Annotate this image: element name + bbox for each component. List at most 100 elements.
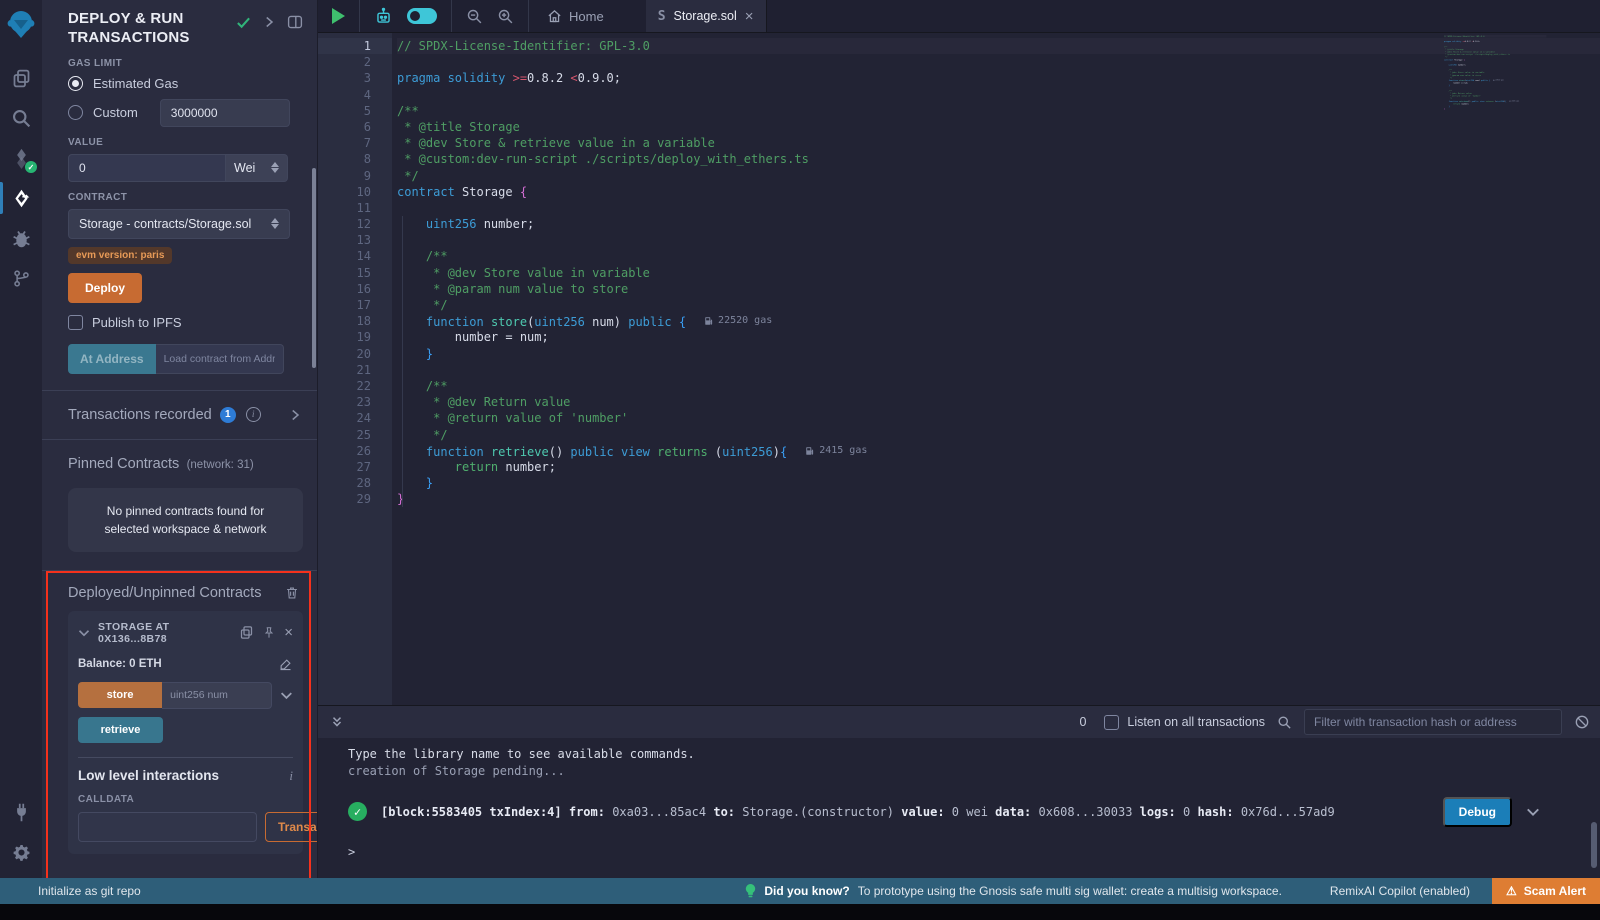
estimated-gas-option[interactable]: Estimated Gas (68, 76, 303, 91)
sidebar-item-deploy-run[interactable] (0, 178, 42, 218)
retrieve-function-button[interactable]: retrieve (78, 717, 163, 743)
code-token: num) (585, 315, 628, 329)
terminal-output[interactable]: Type the library name to see available c… (318, 738, 1600, 878)
sidebar-item-solidity-compiler[interactable]: ✓ (0, 138, 42, 178)
line-number: 5 (318, 103, 392, 119)
gas-estimate-hint: 22520 gas (704, 313, 772, 329)
edit-icon[interactable] (278, 657, 293, 672)
terminal-prompt[interactable]: > (348, 845, 1600, 859)
info-icon[interactable]: i (246, 407, 261, 422)
clear-console-icon[interactable] (1574, 714, 1590, 730)
ai-copilot-icon[interactable] (374, 7, 393, 26)
copilot-toggle[interactable] (407, 8, 437, 24)
expand-args-icon[interactable] (280, 689, 293, 702)
publish-ipfs-checkbox[interactable] (68, 315, 83, 330)
code-line: */ (397, 168, 1600, 184)
terminal-filter-input[interactable] (1304, 709, 1562, 735)
calldata-input[interactable] (78, 812, 257, 842)
code-token: uint256 (534, 315, 585, 329)
line-number: 10 (318, 184, 392, 200)
tx-segment: hash: (1197, 805, 1233, 819)
estimated-gas-radio[interactable] (68, 76, 83, 91)
close-icon[interactable]: × (284, 625, 293, 640)
code-line: return number; (397, 459, 1600, 475)
deploy-button[interactable]: Deploy (68, 273, 142, 303)
terminal-line: Type the library name to see available c… (348, 746, 1600, 763)
code-line: */ (397, 427, 1600, 443)
panel-check-icon (236, 15, 251, 30)
info-icon[interactable]: i (289, 768, 293, 784)
tab-close-icon[interactable]: × (745, 8, 754, 25)
panel-layout-icon[interactable] (287, 14, 303, 30)
home-label: Home (569, 9, 604, 24)
sidebar-item-debugger[interactable] (0, 218, 42, 258)
did-you-know-tip: Did you know? To prototype using the Gno… (745, 884, 1282, 898)
trash-icon[interactable] (285, 586, 299, 600)
store-function-button[interactable]: store (78, 682, 162, 708)
solidity-file-icon: S (658, 9, 666, 24)
sidebar-item-file-explorer[interactable] (0, 58, 42, 98)
value-input[interactable] (68, 154, 226, 182)
tx-segment: Storage.(constructor) (735, 805, 901, 819)
at-address-input[interactable] (156, 344, 284, 374)
home-tab[interactable]: Home (529, 0, 622, 32)
sidebar-item-settings[interactable] (0, 832, 42, 872)
code-token: public view (570, 445, 657, 459)
tab-storage-sol[interactable]: S Storage.sol × (646, 0, 767, 32)
code-token: /** (397, 104, 419, 118)
contract-instance-label: STORAGE AT 0X136...8B78 (98, 621, 231, 645)
pinned-contracts-title: Pinned Contracts (68, 456, 179, 472)
terminal-search-icon (1277, 715, 1292, 730)
terminal-scrollbar[interactable] (1591, 822, 1597, 868)
value-unit-select[interactable]: Wei (226, 154, 288, 182)
code-token: */ (397, 298, 448, 312)
code-token: uint256 (722, 445, 773, 459)
editor-code[interactable]: // SPDX-License-Identifier: GPL-3.0 prag… (392, 33, 1600, 705)
code-token: } (426, 347, 433, 361)
chevron-down-icon[interactable] (78, 627, 90, 639)
code-line: /** (397, 378, 1600, 394)
store-argument-input[interactable] (162, 682, 272, 709)
at-address-button[interactable]: At Address (68, 344, 156, 374)
contract-select[interactable]: Storage - contracts/Storage.sol (68, 209, 290, 239)
expand-tx-icon[interactable] (1526, 805, 1540, 819)
line-number: 16 (318, 281, 392, 297)
transaction-log-row[interactable]: ✓ [block:5583405 txIndex:4] from: 0xa03.… (348, 797, 1600, 827)
run-script-icon[interactable] (332, 8, 345, 24)
listen-all-checkbox[interactable] (1104, 715, 1119, 730)
code-token: /** (397, 379, 448, 393)
tx-segment: value: (901, 805, 944, 819)
code-line: contract Storage { (397, 184, 1600, 200)
panel-forward-icon[interactable] (263, 16, 275, 28)
zoom-in-icon[interactable] (497, 8, 514, 25)
code-token: () (549, 445, 571, 459)
activity-bar: ✓ (0, 0, 42, 878)
code-token: number = num; (397, 330, 549, 344)
transact-button[interactable]: Transact (265, 812, 318, 842)
line-number: 26 (318, 443, 392, 459)
code-editor[interactable]: 1234567891011121314151617181920212223242… (318, 33, 1600, 705)
transactions-recorded-row[interactable]: Transactions recorded 1 i (68, 391, 303, 439)
sidebar-item-git[interactable] (0, 258, 42, 298)
window-edge (0, 904, 1600, 920)
search-icon (11, 108, 32, 129)
custom-gas-radio[interactable] (68, 105, 83, 120)
code-line: * @return value of 'number' (397, 410, 1600, 426)
zoom-out-icon[interactable] (466, 8, 483, 25)
debug-button[interactable]: Debug (1443, 797, 1512, 827)
code-token: public (628, 315, 679, 329)
terminal-collapse-icon[interactable] (330, 715, 344, 729)
sidebar-item-plugin-manager[interactable] (0, 792, 42, 832)
pin-icon[interactable] (262, 626, 276, 640)
custom-gas-input[interactable] (160, 99, 290, 127)
copy-icon[interactable] (239, 625, 254, 640)
scam-alert-button[interactable]: ⚠ Scam Alert (1492, 878, 1600, 904)
remix-logo-icon[interactable] (5, 8, 37, 40)
line-number: 13 (318, 232, 392, 248)
copilot-status[interactable]: RemixAI Copilot (enabled) (1330, 884, 1470, 898)
chevron-right-icon[interactable] (289, 409, 301, 421)
panel-scrollbar[interactable] (312, 168, 316, 368)
sidebar-item-search[interactable] (0, 98, 42, 138)
git-init-status[interactable]: Initialize as git repo (38, 884, 141, 898)
code-token: contract (397, 185, 462, 199)
